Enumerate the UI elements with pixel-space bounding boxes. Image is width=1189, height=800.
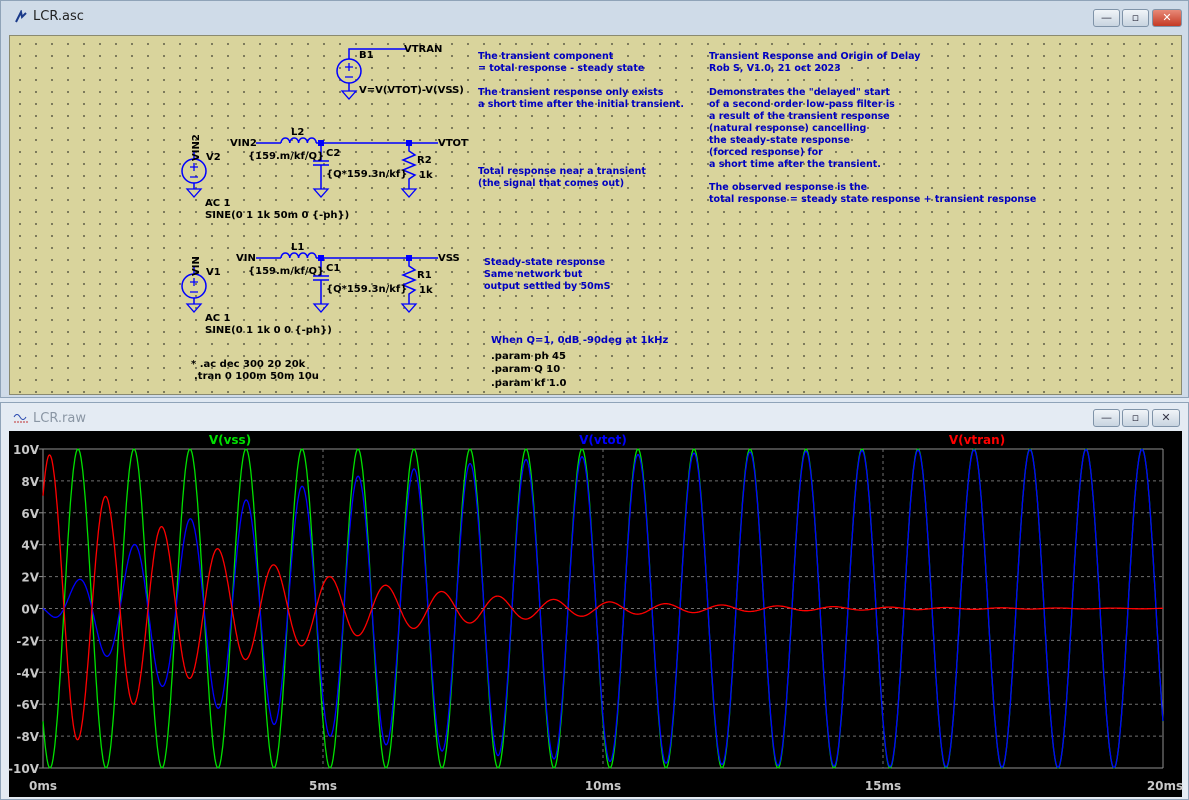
y-tick-label: -6V: [16, 698, 39, 712]
y-tick-label: 8V: [21, 475, 39, 489]
waveform-plot[interactable]: 10V 8V 6V 4V 2V 0V -2V -4V -6V -8V -10V 0ms 5ms 10ms…: [0, 0, 1189, 800]
legend-vss[interactable]: V(vss): [209, 433, 251, 447]
y-tick-label: 10V: [13, 443, 40, 457]
x-tick-label: 0ms: [29, 779, 57, 793]
y-tick-label: -4V: [16, 666, 39, 680]
legend: V(vss) V(vtot) V(vtran): [209, 433, 1005, 447]
y-tick-label: 6V: [21, 507, 39, 521]
y-tick-label: -10V: [8, 762, 40, 776]
y-tick-label: 0V: [21, 603, 39, 617]
x-axis-ticks: 0ms 5ms 10ms 15ms 20ms: [29, 779, 1183, 793]
y-tick-label: 2V: [21, 571, 39, 585]
y-tick-label: -8V: [16, 730, 39, 744]
legend-vtran[interactable]: V(vtran): [949, 433, 1005, 447]
y-tick-label: 4V: [21, 539, 39, 553]
x-tick-label: 15ms: [865, 779, 901, 793]
x-tick-label: 5ms: [309, 779, 337, 793]
y-tick-label: -2V: [16, 634, 39, 648]
x-tick-label: 20ms: [1147, 779, 1183, 793]
x-tick-label: 10ms: [585, 779, 621, 793]
legend-vtot[interactable]: V(vtot): [579, 433, 627, 447]
y-axis-ticks: 10V 8V 6V 4V 2V 0V -2V -4V -6V -8V -10V: [8, 443, 40, 776]
